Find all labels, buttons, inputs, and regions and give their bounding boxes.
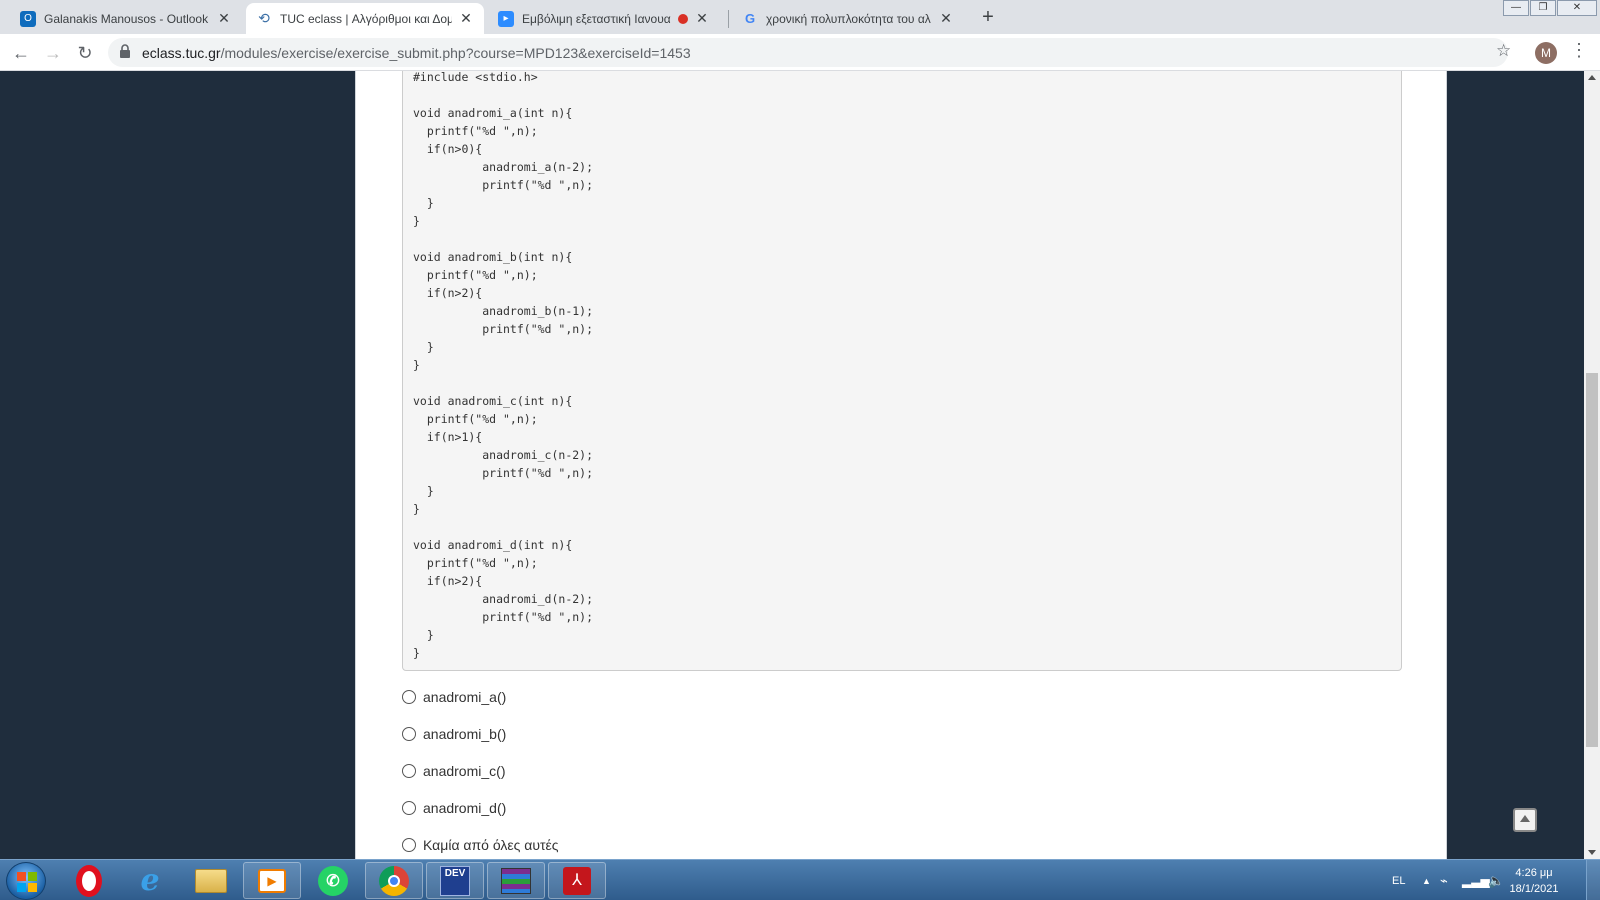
recording-icon [678, 13, 688, 24]
google-icon: G [744, 11, 756, 26]
tab-eclass[interactable]: ⟲ TUC eclass | Αλγόριθμοι και Δομ ✕ [246, 3, 484, 34]
close-icon[interactable]: ✕ [216, 10, 232, 27]
code-text: #include <stdio.h> void anadromi_a(int n… [413, 71, 594, 660]
tab-separator [728, 10, 729, 28]
radio-button[interactable] [402, 838, 416, 852]
back-icon[interactable]: ← [8, 40, 34, 66]
answer-option-a[interactable]: anadromi_a() [402, 686, 506, 708]
show-desktop-button[interactable] [1586, 860, 1600, 900]
radio-button[interactable] [402, 764, 416, 778]
tab-outlook[interactable]: O Galanakis Manousos - Outlook W ✕ [10, 3, 242, 34]
clock-time: 4:26 μμ [1515, 867, 1553, 879]
scroll-to-top-button[interactable] [1513, 808, 1537, 832]
page-content: #include <stdio.h> void anadromi_a(int n… [0, 71, 1584, 859]
close-icon[interactable]: ✕ [938, 10, 954, 27]
taskbar-acrobat[interactable]: ⅄ [548, 862, 606, 899]
radio-button[interactable] [402, 801, 416, 815]
reload-icon[interactable]: ↻ [72, 40, 98, 66]
tab-google[interactable]: G χρονική πολυπλοκότητα του αλ ✕ [732, 3, 964, 34]
scrollbar-thumb[interactable] [1586, 373, 1598, 747]
scroll-up-icon[interactable] [1588, 75, 1596, 80]
windows-logo-icon [17, 872, 37, 892]
address-bar[interactable]: eclass.tuc.gr/modules/exercise/exercise_… [108, 38, 1508, 67]
clock-date: 18/1/2021 [1509, 883, 1559, 895]
taskbar-chrome[interactable] [365, 862, 423, 899]
answer-option-none[interactable]: Καμία από όλες αυτές [402, 834, 559, 856]
tab-zoom[interactable]: ▸ Εμβόλιμη εξεταστική Ιανουα ✕ [488, 3, 720, 34]
tab-strip: O Galanakis Manousos - Outlook W ✕ ⟲ TUC… [0, 0, 1600, 34]
taskbar-whatsapp[interactable]: ✆ [304, 862, 362, 899]
show-hidden-icons[interactable]: ▲ [1422, 860, 1431, 900]
outlook-icon: O [20, 10, 36, 27]
close-icon[interactable]: ✕ [458, 10, 474, 27]
answer-option-b[interactable]: anadromi_b() [402, 723, 506, 745]
new-tab-button[interactable]: + [976, 6, 1000, 30]
winrar-icon [501, 867, 531, 894]
browser-toolbar: ← → ↻ eclass.tuc.gr/modules/exercise/exe… [0, 34, 1600, 71]
taskbar-internet-explorer[interactable]: e [121, 862, 179, 899]
taskbar-opera[interactable] [60, 862, 118, 899]
start-button[interactable] [6, 862, 46, 900]
url-text: eclass.tuc.gr/modules/exercise/exercise_… [142, 45, 691, 61]
zoom-icon: ▸ [498, 10, 514, 27]
taskbar: e ▶ ✆ DEV ⅄ EL ▲ ⌁ ▂▃▅ 🔈 4:26 μμ 18/1/20… [0, 859, 1600, 900]
eclass-icon: ⟲ [258, 10, 270, 26]
vertical-scrollbar[interactable] [1584, 71, 1600, 859]
bookmark-star-icon[interactable]: ☆ [1496, 41, 1511, 61]
minimize-button[interactable]: — [1503, 0, 1529, 16]
folder-icon [195, 868, 227, 893]
taskbar-file-explorer[interactable] [182, 862, 240, 899]
radio-button[interactable] [402, 727, 416, 741]
dev-cpp-icon: DEV [440, 865, 470, 896]
taskbar-media-player[interactable]: ▶ [243, 862, 301, 899]
profile-avatar[interactable]: M [1535, 42, 1557, 64]
radio-button[interactable] [402, 690, 416, 704]
exercise-panel: #include <stdio.h> void anadromi_a(int n… [355, 71, 1447, 859]
restore-button[interactable]: ❐ [1530, 0, 1556, 16]
close-icon[interactable]: ✕ [694, 10, 710, 27]
ie-icon: e [140, 863, 160, 898]
code-block: #include <stdio.h> void anadromi_a(int n… [402, 71, 1402, 671]
opera-icon [76, 864, 102, 897]
language-indicator[interactable]: EL [1392, 860, 1405, 900]
lock-icon [120, 44, 130, 58]
acrobat-icon: ⅄ [563, 866, 591, 895]
whatsapp-icon: ✆ [318, 865, 348, 896]
network-icon[interactable]: ▂▃▅ [1462, 860, 1490, 900]
system-clock[interactable]: 4:26 μμ 18/1/2021 [1500, 865, 1568, 897]
chrome-icon [379, 865, 409, 896]
answer-option-d[interactable]: anadromi_d() [402, 797, 506, 819]
forward-icon[interactable]: → [40, 40, 66, 66]
scroll-down-icon[interactable] [1588, 850, 1596, 855]
close-window-button[interactable]: ✕ [1557, 0, 1597, 16]
taskbar-winrar[interactable] [487, 862, 545, 899]
media-player-icon: ▶ [258, 868, 286, 893]
menu-icon[interactable]: ⋮ [1570, 40, 1588, 61]
answer-option-c[interactable]: anadromi_c() [402, 760, 505, 782]
power-icon[interactable]: ⌁ [1440, 860, 1448, 900]
taskbar-dev-cpp[interactable]: DEV [426, 862, 484, 899]
